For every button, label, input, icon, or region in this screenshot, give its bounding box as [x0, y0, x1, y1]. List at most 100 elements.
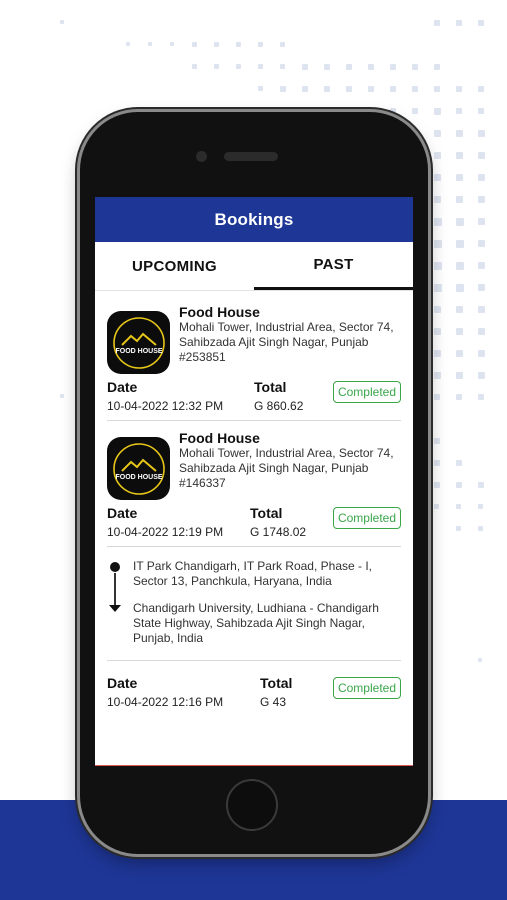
order-id: #253851	[179, 350, 226, 364]
background-dot	[456, 372, 463, 379]
background-dot	[456, 108, 462, 114]
background-dot	[346, 64, 352, 70]
drop-arrow-icon	[109, 605, 121, 612]
booking-date: 10-04-2022 12:19 PM	[107, 525, 224, 539]
background-dot	[434, 218, 442, 226]
background-dot	[478, 240, 485, 247]
restaurant-logo: FOOD HOUSE	[107, 437, 170, 500]
background-dot	[390, 108, 396, 114]
background-dot	[478, 482, 484, 488]
background-dot	[456, 262, 464, 270]
background-dot	[412, 108, 418, 114]
background-dot	[434, 350, 441, 357]
background-dot	[478, 350, 485, 357]
background-dot	[368, 86, 374, 92]
background-dot	[236, 64, 241, 69]
background-dot	[434, 372, 441, 379]
drop-address: Chandigarh University, Ludhiana - Chandi…	[133, 601, 379, 645]
background-dot	[456, 526, 461, 531]
booking-card[interactable]: FOOD HOUSE Food House Mohali Tower, Indu…	[107, 291, 401, 421]
background-dot	[434, 284, 442, 292]
background-dot	[478, 20, 484, 26]
background-dot	[478, 504, 483, 509]
ride-booking-card[interactable]: IT Park Chandigarh, IT Park Road, Phase …	[107, 547, 401, 661]
background-dot	[434, 20, 440, 26]
background-dot	[170, 42, 174, 46]
background-dot	[478, 284, 485, 291]
background-dot	[434, 174, 441, 181]
background-dot	[478, 152, 485, 159]
date-label: Date	[107, 505, 138, 521]
background-dot	[368, 64, 374, 70]
total-label: Total	[254, 379, 287, 395]
phone-speaker	[224, 152, 278, 161]
background-dot	[456, 130, 463, 137]
background-dot	[434, 328, 441, 335]
background-dot	[434, 64, 440, 70]
background-dot	[478, 328, 485, 335]
total-label: Total	[250, 505, 283, 521]
app-header: Bookings	[95, 197, 413, 242]
booking-total: G 43	[260, 695, 287, 709]
background-dot	[346, 86, 352, 92]
background-dot	[214, 64, 219, 69]
svg-text:FOOD HOUSE: FOOD HOUSE	[115, 348, 162, 355]
background-dot	[434, 504, 439, 509]
background-dot	[478, 86, 484, 92]
background-dot	[412, 64, 418, 70]
tab-upcoming[interactable]: UPCOMING	[95, 242, 254, 290]
status-badge: Completed	[332, 381, 401, 403]
background-dot	[478, 262, 485, 269]
background-dot	[434, 152, 441, 159]
background-dot	[434, 86, 440, 92]
background-dot	[280, 64, 285, 69]
booking-card[interactable]: FOOD HOUSE Food House Mohali Tower, Indu…	[107, 421, 401, 547]
booking-total: G 860.62	[254, 399, 304, 413]
background-dot	[456, 284, 464, 292]
ride-meta: Date 10-04-2022 12:16 PM Total G 43 Comp…	[107, 675, 401, 710]
booking-tabs: UPCOMING PAST	[95, 242, 413, 291]
tab-past[interactable]: PAST	[254, 242, 413, 290]
background-dot	[456, 328, 463, 335]
background-dot	[192, 64, 197, 69]
restaurant-address: Mohali Tower, Industrial Area, Sector 74…	[179, 320, 394, 349]
background-dot	[60, 20, 64, 24]
background-dot	[390, 64, 396, 70]
pickup-address: IT Park Chandigarh, IT Park Road, Phase …	[133, 559, 373, 588]
background-dot	[456, 350, 463, 357]
background-dot	[456, 240, 464, 248]
background-dot	[214, 42, 219, 47]
background-dot	[478, 306, 485, 313]
phone-home-button	[226, 779, 278, 831]
background-dot	[478, 218, 485, 225]
page-title: Bookings	[214, 209, 294, 229]
booking-date: 10-04-2022 12:32 PM	[107, 399, 224, 413]
status-badge: Completed	[332, 507, 401, 529]
background-dot	[456, 482, 462, 488]
background-dot	[456, 152, 463, 159]
status-badge: Completed	[332, 677, 401, 699]
background-dot	[258, 86, 263, 91]
background-dot	[456, 394, 462, 400]
background-dot	[456, 86, 462, 92]
background-dot	[280, 86, 286, 92]
background-dot	[434, 306, 441, 313]
background-dot	[478, 196, 485, 203]
background-dot	[456, 196, 463, 203]
app-screen: Bookings UPCOMING PAST FOOD HOUSE Food H…	[95, 197, 413, 766]
background-dot	[434, 130, 441, 137]
background-dot	[324, 86, 330, 92]
total-label: Total	[260, 675, 293, 691]
background-dot	[478, 130, 485, 137]
phone-camera	[196, 151, 207, 162]
restaurant-name: Food House	[179, 304, 260, 320]
date-label: Date	[107, 675, 138, 691]
date-label: Date	[107, 379, 138, 395]
booking-date: 10-04-2022 12:16 PM	[107, 695, 224, 709]
background-dot	[434, 482, 440, 488]
background-dot	[456, 460, 462, 466]
booking-total: G 1748.02	[250, 525, 307, 539]
background-dot	[258, 64, 263, 69]
svg-text:FOOD HOUSE: FOOD HOUSE	[115, 474, 162, 481]
background-dot	[60, 394, 64, 398]
